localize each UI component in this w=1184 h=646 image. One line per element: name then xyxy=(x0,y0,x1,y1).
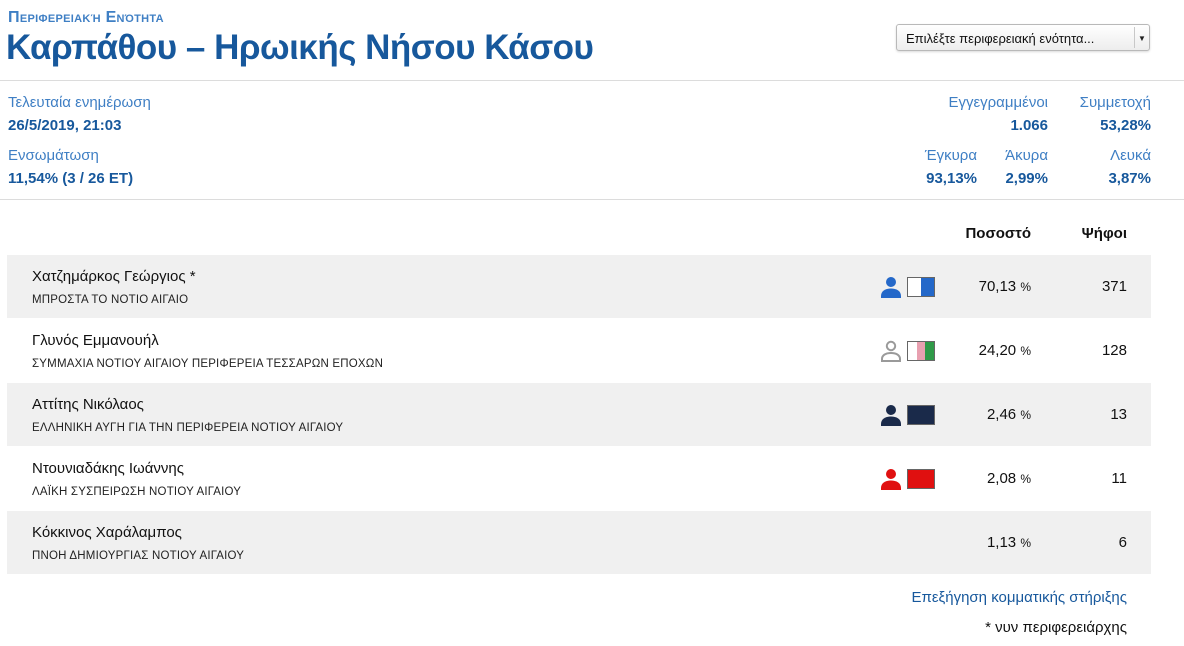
candidate-row[interactable]: Γλυνός Εμμανουήλ ΣΥΜΜΑΧΙΑ ΝΟΤΙΟΥ ΑΙΓΑΙΟΥ… xyxy=(7,319,1151,382)
blank-value: 3,87% xyxy=(1108,170,1151,187)
page-header: Περιφερειακή Ενότητα Καρπάθου – Ηρωικής … xyxy=(0,0,1184,81)
turnout-label: Συμμετοχή xyxy=(1079,94,1151,111)
candidate-name: Ντουνιαδάκης Ιωάννης xyxy=(32,460,184,477)
candidate-row[interactable]: Ντουνιαδάκης Ιωάννης ΛΑΪΚΗ ΣΥΣΠΕΙΡΩΣΗ ΝΟ… xyxy=(7,447,1151,510)
candidate-name: Χατζημάρκος Γεώργιος * xyxy=(32,268,196,285)
candidate-name: Αττίτης Νικόλαος xyxy=(32,396,144,413)
person-icon xyxy=(880,340,902,362)
candidate-row[interactable]: Κόκκινος Χαράλαμπος ΠΝΟΗ ΔΗΜΙΟΥΡΓΙΑΣ ΝΟΤ… xyxy=(7,511,1151,574)
registered-value: 1.066 xyxy=(1010,117,1048,134)
last-update-value: 26/5/2019, 21:03 xyxy=(8,117,122,134)
candidate-name: Γλυνός Εμμανουήλ xyxy=(32,332,159,349)
party-color-swatch xyxy=(907,341,935,361)
candidate-percent: 2,08 % xyxy=(986,470,1031,487)
candidate-votes: 11 xyxy=(1111,470,1127,487)
candidate-name: Κόκκινος Χαράλαμπος xyxy=(32,524,182,541)
region-select-dropdown[interactable]: Επιλέξτε περιφερειακή ενότητα... ▼ xyxy=(896,24,1150,51)
candidate-party: ΜΠΡΟΣΤΑ ΤΟ ΝΟΤΙΟ ΑΙΓΑΙΟ xyxy=(32,294,189,306)
valid-label: Έγκυρα xyxy=(924,147,977,164)
party-color-swatch xyxy=(907,405,935,425)
footnote: * νυν περιφερειάρχης xyxy=(985,619,1127,636)
candidate-party: ΠΝΟΗ ΔΗΜΙΟΥΡΓΙΑΣ ΝΟΤΙΟΥ ΑΙΓΑΙΟΥ xyxy=(32,550,245,562)
candidate-party: ΛΑΪΚΗ ΣΥΣΠΕΙΡΩΣΗ ΝΟΤΙΟΥ ΑΙΓΑΙΟΥ xyxy=(32,486,242,498)
person-icon xyxy=(880,276,902,298)
valid-value: 93,13% xyxy=(926,170,977,187)
region-select-value: Επιλέξτε περιφερειακή ενότητα... xyxy=(906,31,1095,46)
turnout-value: 53,28% xyxy=(1100,117,1151,134)
incorporation-value: 11,54% (3 / 26 ΕΤ) xyxy=(8,170,134,187)
party-color-swatch xyxy=(907,469,935,489)
person-icon xyxy=(880,404,902,426)
invalid-value: 2,99% xyxy=(1005,170,1048,187)
select-arrow-button[interactable]: ▼ xyxy=(1134,27,1147,48)
incorporation-label: Ενσωμάτωση xyxy=(8,147,99,164)
invalid-label: Άκυρα xyxy=(1005,147,1048,164)
candidate-percent: 24,20 % xyxy=(978,342,1031,359)
candidate-party: ΣΥΜΜΑΧΙΑ ΝΟΤΙΟΥ ΑΙΓΑΙΟΥ ΠΕΡΙΦΕΡΕΙΑ ΤΕΣΣΑ… xyxy=(32,358,384,370)
last-update-label: Τελευταία ενημέρωση xyxy=(8,94,151,111)
candidate-votes: 371 xyxy=(1101,278,1127,295)
column-header-percent: Ποσοστό xyxy=(965,225,1031,242)
blank-label: Λευκά xyxy=(1110,147,1151,164)
registered-label: Εγγεγραμμένοι xyxy=(948,94,1048,111)
chevron-down-icon: ▼ xyxy=(1138,34,1146,43)
candidate-row[interactable]: Αττίτης Νικόλαος ΕΛΛΗΝΙΚΗ ΑΥΓΗ ΓΙΑ ΤΗΝ Π… xyxy=(7,383,1151,446)
candidate-votes: 13 xyxy=(1110,406,1127,423)
candidate-percent: 1,13 % xyxy=(986,534,1031,551)
candidate-votes: 6 xyxy=(1118,534,1127,551)
person-icon xyxy=(880,468,902,490)
column-header-votes: Ψήφοι xyxy=(1081,225,1127,242)
party-color-swatch xyxy=(907,277,935,297)
candidate-percent: 2,46 % xyxy=(986,406,1031,423)
region-kicker: Περιφερειακή Ενότητα xyxy=(8,9,164,26)
stats-panel: Τελευταία ενημέρωση 26/5/2019, 21:03 Ενσ… xyxy=(0,81,1184,200)
candidate-votes: 128 xyxy=(1101,342,1127,359)
candidate-percent: 70,13 % xyxy=(978,278,1031,295)
candidate-row[interactable]: Χατζημάρκος Γεώργιος * ΜΠΡΟΣΤΑ ΤΟ ΝΟΤΙΟ … xyxy=(7,255,1151,318)
party-support-explanation-link[interactable]: Επεξήγηση κομματικής στήριξης xyxy=(911,589,1127,606)
candidate-party: ΕΛΛΗΝΙΚΗ ΑΥΓΗ ΓΙΑ ΤΗΝ ΠΕΡΙΦΕΡΕΙΑ ΝΟΤΙΟΥ … xyxy=(32,422,344,434)
page-title: Καρπάθου – Ηρωικής Νήσου Κάσου xyxy=(6,28,594,67)
